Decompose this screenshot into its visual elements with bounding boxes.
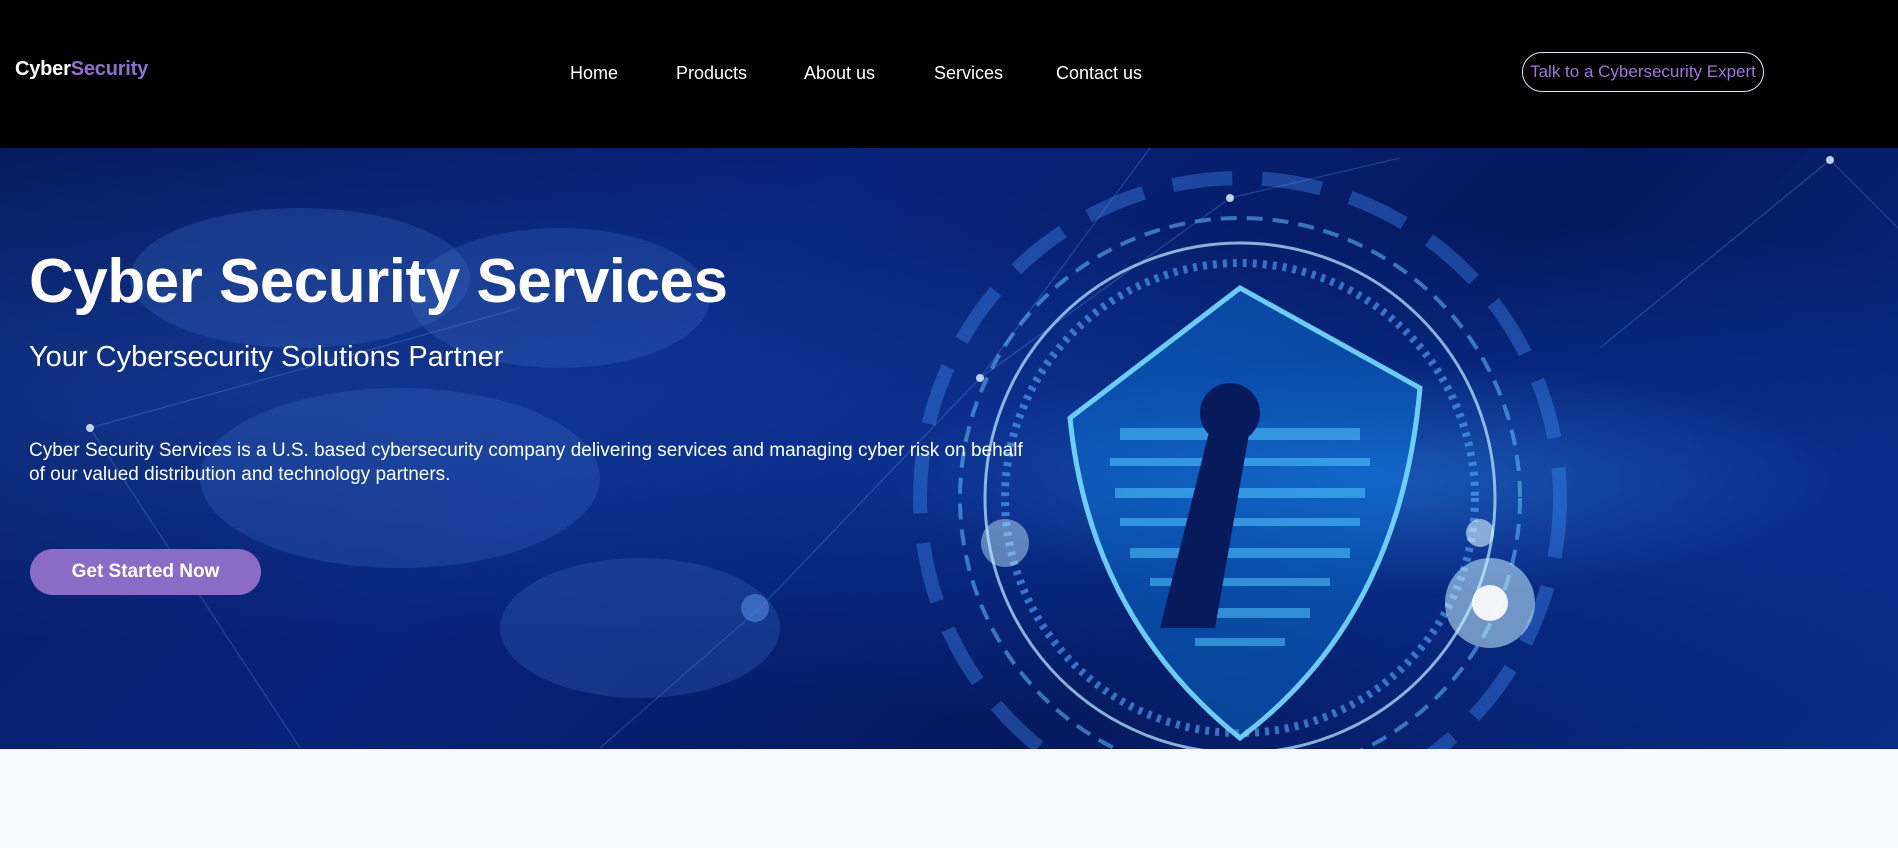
nav-link-products[interactable]: Products	[676, 63, 747, 84]
hero-title: Cyber Security Services	[29, 247, 728, 316]
hero-subtitle: Your Cybersecurity Solutions Partner	[29, 341, 504, 373]
hero-description: Cyber Security Services is a U.S. based …	[29, 440, 1023, 485]
nav-link-services[interactable]: Services	[934, 63, 1003, 84]
nav-link-about-us[interactable]: About us	[804, 63, 875, 84]
get-started-button[interactable]: Get Started Now	[30, 549, 261, 595]
content-section	[0, 749, 1898, 848]
nav-link-contact-us[interactable]: Contact us	[1056, 63, 1142, 84]
site-header: CyberSecurity Home Products About us Ser…	[0, 0, 1898, 148]
nav-link-home[interactable]: Home	[570, 63, 618, 84]
hero-section: Cyber Security Services Your Cybersecuri…	[0, 148, 1898, 749]
talk-to-expert-button[interactable]: Talk to a Cybersecurity Expert	[1522, 52, 1764, 92]
